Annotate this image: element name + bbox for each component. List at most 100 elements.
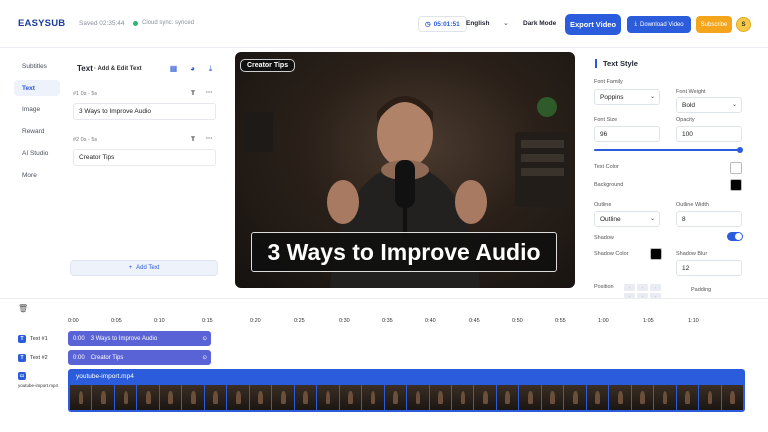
film-frame: [631, 385, 654, 410]
padding-label: Padding: [691, 287, 712, 293]
text-track-icon: T: [18, 354, 26, 362]
track-name: Text #1: [30, 336, 48, 342]
timeline-clip-video[interactable]: youtube-import.mp4: [68, 369, 745, 412]
film-frame: [272, 385, 294, 410]
sidebar-item-reward[interactable]: Reward: [14, 123, 60, 139]
opacity-input[interactable]: 100: [676, 126, 742, 142]
shadow-color-label: Shadow Color: [594, 251, 629, 257]
position-cell[interactable]: ◦: [650, 284, 661, 291]
slider-handle[interactable]: [737, 147, 743, 153]
film-frame: [564, 385, 586, 410]
filmstrip: [70, 385, 744, 410]
text-format-icon[interactable]: T: [191, 136, 195, 143]
font-family-select[interactable]: Poppins ⌄: [594, 89, 660, 105]
more-icon[interactable]: ···: [206, 135, 213, 142]
clip-handle-icon[interactable]: ⊙: [202, 355, 207, 361]
sidebar-item-subtitles[interactable]: Subtitles: [14, 58, 60, 74]
outline-width-input[interactable]: 8: [676, 211, 742, 227]
subscribe-button[interactable]: Subscribe: [696, 16, 732, 33]
position-label: Position: [594, 284, 614, 290]
background-color-swatch[interactable]: [730, 179, 742, 191]
add-text-label: Add Text: [136, 265, 160, 271]
film-frame: [519, 385, 541, 410]
film-frame: [249, 385, 272, 410]
download-icon[interactable]: ⤓: [206, 64, 215, 73]
clock-icon: ◷: [425, 21, 431, 28]
chevron-down-icon: ⌄: [649, 94, 655, 100]
position-cell[interactable]: ◦: [624, 284, 635, 291]
timeline-tick: 0:00: [68, 318, 79, 324]
text-item-input[interactable]: Creator Tips: [73, 149, 216, 166]
saved-status: Saved 02:35:44: [79, 20, 125, 27]
chevron-down-icon[interactable]: ⌄: [503, 19, 509, 27]
timeline-clip-text-2[interactable]: 0:00 Creator Tips ⊙: [68, 350, 211, 365]
position-cell[interactable]: ◦: [637, 284, 648, 291]
download-label: Download Video: [640, 21, 684, 28]
font-size-label: Font Size: [594, 117, 618, 123]
film-frame: [70, 385, 92, 410]
timeline-tick: 0:10: [154, 318, 165, 324]
sync-status: Cloud sync: synced: [133, 20, 194, 26]
film-frame: [721, 385, 744, 410]
clip-start: 0:00: [73, 354, 85, 361]
sidebar-item-more[interactable]: More: [14, 167, 60, 183]
video-track-icon: ▭: [18, 372, 26, 380]
overlay-caption[interactable]: 3 Ways to Improve Audio: [251, 232, 557, 272]
track-name: youtube-import.mp4: [18, 383, 59, 388]
text-color-label: Text Color: [594, 164, 619, 170]
timeline-tick: 0:40: [425, 318, 436, 324]
more-icon[interactable]: ···: [206, 89, 213, 96]
timeline-tick: 0:50: [512, 318, 523, 324]
sidebar-item-text[interactable]: Text: [14, 80, 60, 96]
plant: [537, 97, 557, 117]
font-weight-select[interactable]: Bold ⌄: [676, 97, 742, 113]
shadow-color-swatch[interactable]: [650, 248, 662, 260]
sidebar-item-ai-studio[interactable]: AI Studio: [14, 145, 60, 161]
text-color-swatch[interactable]: [730, 162, 742, 174]
timeline-tick: 0:45: [469, 318, 480, 324]
sidebar-item-image[interactable]: Image: [14, 101, 60, 117]
outline-select[interactable]: Outline ⌄: [594, 211, 660, 227]
duration-display[interactable]: ◷ 05:01:51: [418, 16, 467, 32]
language-select[interactable]: English: [466, 20, 489, 27]
clip-handle-icon[interactable]: ⊙: [202, 336, 207, 342]
text-track-icon: T: [18, 335, 26, 343]
avatar[interactable]: S: [736, 17, 751, 32]
text-item-meta: #1 0s - 5s: [73, 91, 98, 97]
shadow-blur-label: Shadow Blur: [676, 251, 708, 257]
text-format-icon[interactable]: T: [191, 90, 195, 97]
overlay-tag[interactable]: Creator Tips: [240, 59, 296, 72]
add-text-button[interactable]: + Add Text: [70, 260, 218, 276]
track-name: Text #2: [30, 355, 48, 361]
text-item-input[interactable]: 3 Ways to Improve Audio: [73, 103, 216, 120]
film-frame: [541, 385, 564, 410]
timeline-tick: 1:10: [688, 318, 699, 324]
grid-icon[interactable]: ▦: [169, 64, 178, 73]
film-frame: [609, 385, 631, 410]
download-icon: ⤓: [634, 21, 638, 27]
track-label-video: ▭ youtube-import.mp4: [18, 372, 58, 388]
shadow-toggle[interactable]: [727, 232, 743, 241]
shadow-blur-input[interactable]: 12: [676, 260, 742, 276]
film-frame: [227, 385, 249, 410]
app-logo: EASYSUB: [18, 18, 66, 29]
sync-text: Cloud sync: synced: [142, 20, 195, 26]
font-size-input[interactable]: 96: [594, 126, 660, 142]
palette-icon[interactable]: ◕: [188, 64, 197, 73]
timeline-tick: 0:35: [382, 318, 393, 324]
timeline-tick: 0:20: [250, 318, 261, 324]
timeline-clip-text-1[interactable]: 0:00 3 Ways to Improve Audio ⊙: [68, 331, 211, 346]
track-label-text-2: T Text #2: [18, 354, 48, 362]
opacity-slider[interactable]: [594, 149, 740, 151]
film-frame: [137, 385, 159, 410]
timeline-tick: 0:30: [339, 318, 350, 324]
timeline-tick: 0:55: [555, 318, 566, 324]
opacity-label: Opacity: [676, 117, 695, 123]
dark-mode-toggle[interactable]: Dark Mode: [523, 20, 556, 27]
download-video-button[interactable]: ⤓ Download Video: [627, 16, 691, 33]
trash-icon[interactable]: 🗑: [18, 304, 28, 313]
film-frame: [114, 385, 137, 410]
film-frame: [317, 385, 339, 410]
export-video-button[interactable]: Export Video: [565, 14, 621, 35]
film-frame: [294, 385, 317, 410]
